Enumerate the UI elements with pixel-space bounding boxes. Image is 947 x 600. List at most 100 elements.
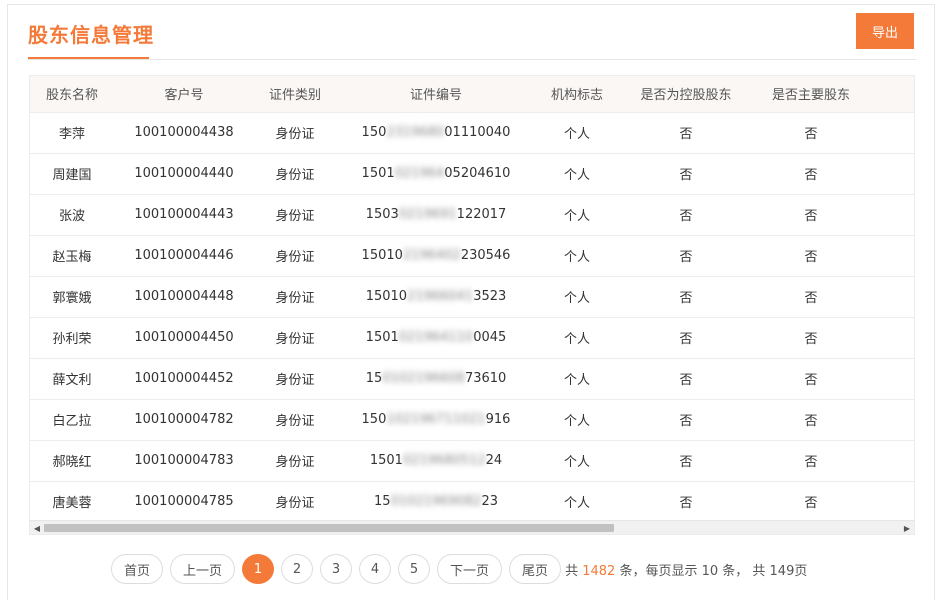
cell-id-type: 身份证 xyxy=(275,168,315,183)
id-number-suffix: 230546 xyxy=(460,248,511,263)
id-number-masked: 102196711021 xyxy=(386,412,486,427)
cell-org-flag: 个人 xyxy=(563,332,590,347)
id-number-prefix: 1501 xyxy=(361,166,395,181)
cell-is-controlling: 否 xyxy=(679,455,693,470)
table-row[interactable]: 郝晓红 100100004783 身份证 1501021968051224 个人 否 否 在职 xyxy=(30,440,914,481)
cell-id-number: 150231968001110040 xyxy=(336,112,536,153)
column-header-truncated[interactable]: 是否 xyxy=(868,76,914,113)
table-row[interactable]: 赵玉梅 100100004446 身份证 150102196402230546 个人 否 否… xyxy=(30,235,914,276)
cell-name: 周建国 xyxy=(52,168,92,183)
cell-customer-no: 100100004783 xyxy=(134,453,234,468)
scrollbar-thumb[interactable] xyxy=(44,524,614,532)
page-5-button[interactable]: 5 xyxy=(398,554,431,584)
cell-name: 赵玉梅 xyxy=(52,250,92,265)
cell-name: 郝晓红 xyxy=(52,455,92,470)
cell-id-number: 15010219660873610 xyxy=(336,358,536,399)
id-number-suffix: 24 xyxy=(485,453,503,468)
cell-is-major: 否 xyxy=(804,496,818,511)
cell-customer-no: 100100004785 xyxy=(134,494,234,509)
id-number-suffix: 01110040 xyxy=(444,125,511,140)
table-row[interactable]: 孙利荣 100100004450 身份证 15010219641100045 个人 否 否 非… xyxy=(30,317,914,358)
column-header-customer-no[interactable]: 客户号 xyxy=(114,76,254,113)
id-number-masked: 2319680 xyxy=(386,125,445,140)
cell-org-flag: 个人 xyxy=(563,291,590,306)
cell-id-number: 150102196711021916 xyxy=(336,399,536,440)
cell-customer-no: 100100004440 xyxy=(134,166,234,181)
cell-org-flag: 个人 xyxy=(563,209,590,224)
id-number-suffix: 122017 xyxy=(456,207,507,222)
table-row[interactable]: 郭寰娥 100100004448 身份证 15010219660413523 个人 否 否 xyxy=(30,276,914,317)
cell-is-major: 否 xyxy=(804,291,818,306)
table-body: 李萍100100004438身份证150231968001110040个人否否非… xyxy=(30,112,914,522)
cell-name: 薛文利 xyxy=(52,373,92,388)
id-number-prefix: 15010 xyxy=(361,248,403,263)
first-page-button[interactable]: 首页 xyxy=(111,554,164,584)
prev-page-button[interactable]: 上一页 xyxy=(170,554,236,584)
id-number-prefix: 15 xyxy=(373,494,391,509)
column-header-is-controlling[interactable]: 是否为控股股东 xyxy=(618,76,754,113)
pagination-summary: 共 1482 条，每页显示 10 条， 共 149页 xyxy=(565,560,807,579)
table-row[interactable]: 白乙拉 100100004782 身份证 150102196711021916 个人 否 否… xyxy=(30,399,914,440)
id-number-text: 15010219660413523 xyxy=(366,289,507,304)
id-number-prefix: 150 xyxy=(361,125,387,140)
id-number-prefix: 15 xyxy=(365,371,383,386)
id-number-suffix: 3523 xyxy=(473,289,507,304)
header-divider xyxy=(28,59,916,60)
id-number-text: 15030219691122017 xyxy=(366,207,507,222)
page-4-button[interactable]: 4 xyxy=(359,554,392,584)
cell-extra: 非在 xyxy=(868,317,914,358)
id-number-prefix: 1501 xyxy=(369,453,403,468)
id-number-text: 150102196405204610 xyxy=(362,166,511,181)
page-2-button[interactable]: 2 xyxy=(281,554,314,584)
id-number-text: 15010219660873610 xyxy=(366,371,507,386)
last-page-button[interactable]: 尾页 xyxy=(509,554,562,584)
cell-is-major: 否 xyxy=(804,332,818,347)
export-button[interactable]: 导出 xyxy=(856,13,914,49)
cell-org-flag: 个人 xyxy=(563,414,590,429)
cell-name: 郭寰娥 xyxy=(52,291,92,306)
column-header-name[interactable]: 股东名称 xyxy=(30,76,114,113)
cell-is-major: 否 xyxy=(804,414,818,429)
id-number-masked: 2196402 xyxy=(402,248,461,263)
id-number-suffix: 916 xyxy=(485,412,511,427)
horizontal-scrollbar[interactable]: ◀ ▶ xyxy=(30,520,914,534)
id-number-masked: 21966041 xyxy=(407,289,474,304)
cell-is-controlling: 否 xyxy=(679,414,693,429)
column-header-org-flag[interactable]: 机构标志 xyxy=(536,76,618,113)
triangle-right-icon[interactable]: ▶ xyxy=(902,523,912,533)
table-row[interactable]: 张波 100100004443 身份证 15030219691122017 个人 否 否 在职 xyxy=(30,194,914,235)
id-number-prefix: 150 xyxy=(361,412,387,427)
triangle-left-icon[interactable]: ◀ xyxy=(32,523,42,533)
page-3-button[interactable]: 3 xyxy=(320,554,353,584)
cell-extra xyxy=(868,276,914,317)
column-header-is-major[interactable]: 是否主要股东 xyxy=(754,76,868,113)
cell-id-number: 15010219660413523 xyxy=(336,276,536,317)
cell-is-major: 否 xyxy=(804,250,818,265)
id-number-masked: 021964 xyxy=(394,166,445,181)
table-row[interactable]: 周建国 100100004440 身份证 150102196405204610 个人 否 否… xyxy=(30,153,914,194)
next-page-button[interactable]: 下一页 xyxy=(437,554,503,584)
id-number-masked: 01021969082 xyxy=(390,494,482,509)
column-header-id-type[interactable]: 证件类别 xyxy=(254,76,336,113)
column-header-id-number[interactable]: 证件编号 xyxy=(336,76,536,113)
shareholder-table-container: 股东名称 客户号 证件类别 证件编号 机构标志 是否为控股股东 是否主要股东 是… xyxy=(29,75,915,535)
id-number-text: 150102196402230546 xyxy=(362,248,511,263)
cell-org-flag: 个人 xyxy=(563,373,590,388)
table-row[interactable]: 薛文利 100100004452 身份证 15010219660873610 个人 否 否 在… xyxy=(30,358,914,399)
id-number-text: 150102196908223 xyxy=(374,494,498,509)
cell-is-controlling: 否 xyxy=(679,127,693,142)
table-row[interactable]: 李萍 100100004438 身份证 150231968001110040 个人 否 否 非… xyxy=(30,112,914,153)
id-number-suffix: 05204610 xyxy=(444,166,511,181)
cell-id-type: 身份证 xyxy=(275,127,315,142)
cell-extra: 非在 xyxy=(868,112,914,153)
table-row[interactable]: 唐美蓉 100100004785 身份证 150102196908223 个人 否 否 非在 xyxy=(30,481,914,522)
cell-is-controlling: 否 xyxy=(679,250,693,265)
shareholder-table: 股东名称 客户号 证件类别 证件编号 机构标志 是否为控股股东 是否主要股东 是… xyxy=(30,76,914,523)
id-number-suffix: 73610 xyxy=(464,371,507,386)
page-1-button[interactable]: 1 xyxy=(242,554,275,584)
id-number-text: 1501021968051224 xyxy=(370,453,502,468)
id-number-suffix: 23 xyxy=(481,494,499,509)
cell-customer-no: 100100004446 xyxy=(134,248,234,263)
cell-id-type: 身份证 xyxy=(275,250,315,265)
id-number-masked: 021964110 xyxy=(398,330,474,345)
